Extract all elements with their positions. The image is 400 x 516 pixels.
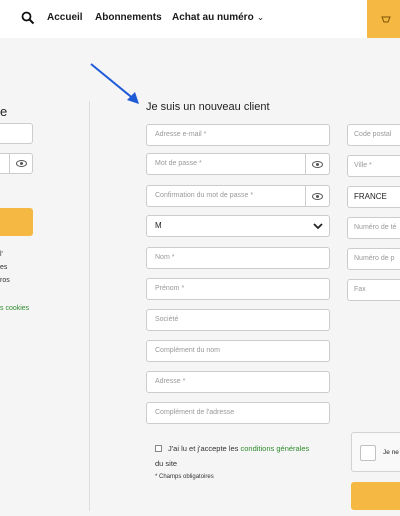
postal-code-field[interactable]: Code postal bbox=[347, 124, 400, 146]
captcha-checkbox[interactable] bbox=[360, 445, 376, 461]
cart-button[interactable] bbox=[367, 0, 400, 38]
cookies-link[interactable]: s cookies bbox=[0, 305, 29, 312]
login-text-line-2: es bbox=[0, 264, 8, 271]
top-nav: Accueil Abonnements Achat au numéro ⌄ bbox=[0, 0, 400, 38]
city-field[interactable]: Ville * bbox=[347, 155, 400, 177]
nav-accueil[interactable]: Accueil bbox=[47, 12, 83, 23]
terms-text: J'ai lu et j'accepte les bbox=[168, 444, 239, 453]
eye-icon bbox=[312, 193, 323, 200]
password-confirm-eye-button[interactable] bbox=[306, 185, 330, 207]
column-divider bbox=[89, 101, 90, 511]
civility-value: M bbox=[155, 221, 162, 230]
address-complement-field[interactable]: Complément de l'adresse bbox=[146, 402, 330, 424]
annotation-arrow-icon bbox=[90, 63, 139, 104]
nav-abonnements[interactable]: Abonnements bbox=[95, 12, 162, 23]
chevron-down-icon: ⌄ bbox=[256, 12, 265, 22]
terms-link[interactable]: conditions générales bbox=[241, 444, 310, 453]
terms-consent: J'ai lu et j'accepte les conditions géné… bbox=[155, 441, 335, 471]
terms-checkbox[interactable] bbox=[155, 445, 162, 452]
captcha-widget: Je ne bbox=[351, 432, 400, 472]
password-field[interactable]: Mot de passe * bbox=[146, 153, 306, 175]
password-eye-button[interactable] bbox=[306, 153, 330, 175]
password-confirm-field[interactable]: Confirmation du mot de passe * bbox=[146, 185, 306, 207]
register-title: Je suis un nouveau client bbox=[146, 101, 270, 113]
name-complement-field[interactable]: Complément du nom bbox=[146, 340, 330, 362]
search-icon[interactable] bbox=[21, 11, 35, 25]
address-field[interactable]: Adresse * bbox=[146, 371, 330, 393]
terms-suffix: du site bbox=[155, 459, 178, 468]
chevron-down-icon bbox=[313, 223, 323, 230]
mobile-field[interactable]: Numéro de p bbox=[347, 248, 400, 270]
register-submit-button[interactable] bbox=[351, 482, 400, 510]
login-submit-button[interactable] bbox=[0, 208, 33, 236]
lastname-field[interactable]: Nom * bbox=[146, 247, 330, 269]
eye-icon bbox=[16, 160, 27, 167]
login-password-eye-button[interactable] bbox=[10, 153, 33, 174]
nav-achat-label: Achat au numéro bbox=[172, 12, 254, 23]
login-title-fragment: e bbox=[0, 104, 8, 119]
login-password-field[interactable] bbox=[0, 153, 10, 174]
email-field[interactable]: Adresse e-mail * bbox=[146, 124, 330, 146]
login-email-input[interactable] bbox=[0, 123, 33, 144]
company-field[interactable]: Société bbox=[146, 309, 330, 331]
captcha-label: Je ne bbox=[383, 449, 399, 456]
civility-select[interactable]: M bbox=[146, 215, 330, 237]
phone-field[interactable]: Numéro de té bbox=[347, 217, 400, 239]
country-select[interactable]: FRANCE bbox=[347, 186, 400, 208]
eye-icon bbox=[312, 161, 323, 168]
login-text-line-1: l' bbox=[0, 251, 3, 258]
required-note: * Champs obligatoires bbox=[155, 474, 214, 480]
cart-icon bbox=[381, 16, 391, 23]
login-password-input[interactable] bbox=[0, 153, 33, 174]
firstname-field[interactable]: Prénom * bbox=[146, 278, 330, 300]
nav-achat-au-numero[interactable]: Achat au numéro ⌄ bbox=[172, 12, 264, 23]
fax-field[interactable]: Fax bbox=[347, 279, 400, 301]
login-text-line-3: ros bbox=[0, 277, 10, 284]
